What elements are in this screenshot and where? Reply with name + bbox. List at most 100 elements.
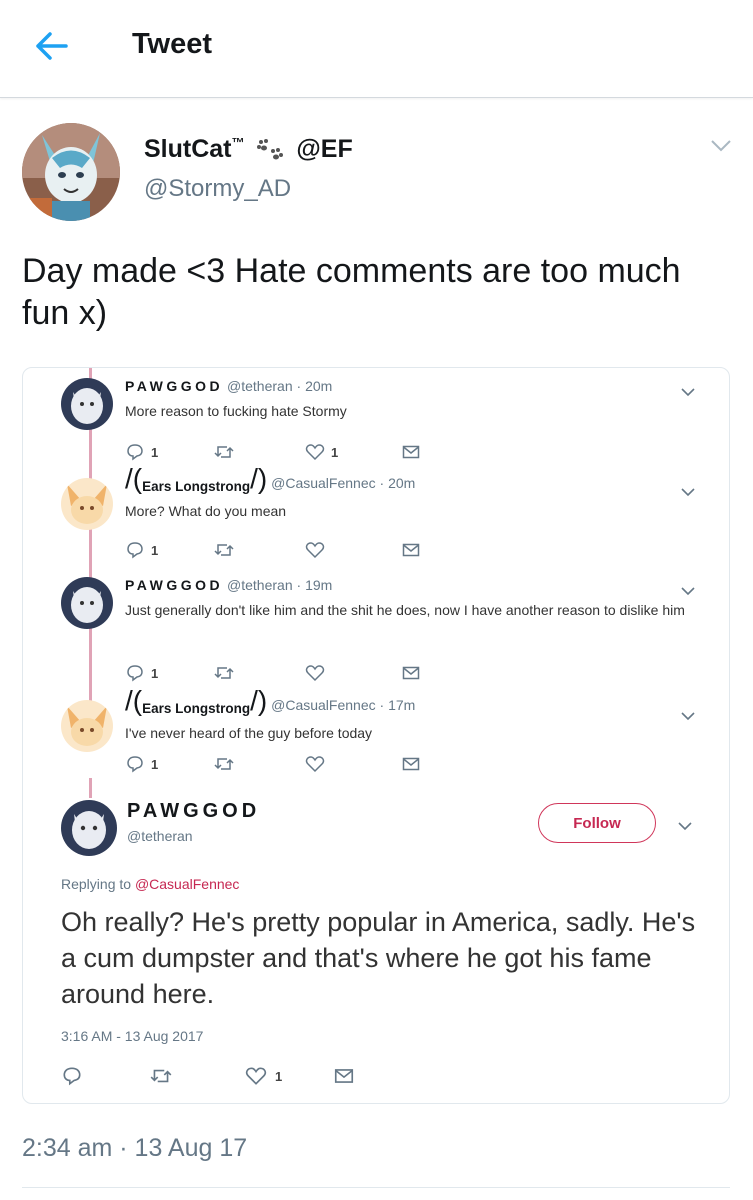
reply-author-name[interactable]: PAWGGOD — [125, 577, 223, 593]
reply-button[interactable]: 1 — [125, 754, 158, 774]
like-button[interactable] — [305, 540, 325, 560]
heart-icon — [245, 1067, 267, 1085]
reply-actions: 1 — [125, 663, 425, 683]
focused-tweet-text: Oh really? He's pretty popular in Americ… — [61, 907, 696, 1009]
avatar[interactable] — [22, 123, 120, 221]
like-count: 1 — [275, 1068, 283, 1084]
reply-button[interactable]: 1 — [125, 540, 158, 560]
comment-icon — [127, 444, 143, 461]
reply-author-name[interactable]: PAWGGOD — [125, 378, 223, 394]
divider — [22, 1187, 730, 1188]
focused-author-name[interactable]: PAWGGOD — [127, 800, 260, 823]
chevron-down-icon[interactable] — [681, 384, 695, 397]
comment-icon — [127, 542, 143, 559]
thread-line — [89, 778, 92, 798]
replying-prefix: Replying to — [61, 876, 135, 892]
ears-decoration: /(Ears Longstrong/) — [125, 685, 268, 717]
heart-icon — [305, 444, 325, 461]
thread-reply[interactable]: /(Ears Longstrong/) @CasualFennec · 20m … — [23, 464, 729, 560]
embedded-thread-image[interactable]: PAWGGOD @tetheran · 20m More reason to f… — [22, 367, 730, 1104]
reply-text: More? What do you mean — [125, 503, 287, 519]
retweet-button[interactable] — [213, 663, 235, 683]
dm-button[interactable] — [401, 540, 421, 560]
reply-time: · 17m — [379, 697, 416, 713]
top-bar: Tweet — [0, 0, 753, 98]
comment-icon — [63, 1067, 81, 1086]
retweet-button[interactable] — [213, 442, 235, 462]
retweet-button[interactable] — [149, 1066, 173, 1086]
like-button[interactable]: 1 — [245, 1066, 282, 1086]
chevron-down-icon[interactable] — [678, 818, 692, 831]
dm-button[interactable] — [333, 1066, 355, 1086]
avatar[interactable] — [61, 378, 113, 430]
reply-header: PAWGGOD @tetheran · 20m — [125, 378, 332, 394]
reply-button[interactable] — [61, 1066, 83, 1086]
envelope-icon — [402, 445, 420, 459]
focused-tweet-time[interactable]: 3:16 AM - 13 Aug 2017 — [61, 1028, 203, 1044]
heart-icon — [305, 756, 325, 773]
reply-button[interactable]: 1 — [125, 442, 158, 462]
reply-actions: 1 — [125, 540, 425, 560]
reply-count: 1 — [151, 444, 159, 460]
envelope-icon — [402, 666, 420, 680]
retweet-button[interactable] — [213, 754, 235, 774]
author-handle[interactable]: @Stormy_AD — [144, 175, 291, 203]
avatar[interactable] — [61, 700, 113, 752]
reply-text: Just generally don't like him and the sh… — [125, 602, 685, 618]
display-name: SlutCat — [144, 135, 232, 163]
paw-prints-icon — [255, 138, 285, 162]
like-button[interactable] — [305, 663, 325, 683]
like-count: 1 — [331, 444, 339, 460]
retweet-icon — [214, 446, 234, 458]
retweet-icon — [150, 1069, 172, 1083]
thread-reply[interactable]: PAWGGOD @tetheran · 19m Just generally d… — [23, 577, 729, 683]
replying-to-link[interactable]: @CasualFennec — [135, 876, 240, 892]
envelope-icon — [402, 757, 420, 771]
avatar[interactable] — [61, 800, 117, 856]
retweet-button[interactable] — [213, 540, 235, 560]
dm-button[interactable] — [401, 442, 421, 462]
reply-author-name[interactable]: Ears Longstrong — [142, 479, 250, 494]
author-name[interactable]: SlutCat™ @EF — [144, 135, 353, 164]
reply-time: · 20m — [296, 378, 333, 394]
back-arrow-icon[interactable] — [34, 30, 70, 62]
reply-time: · 20m — [379, 475, 416, 491]
reply-header: /(Ears Longstrong/) @CasualFennec · 17m — [125, 685, 416, 717]
trademark-symbol: ™ — [231, 135, 245, 150]
chevron-down-icon[interactable] — [681, 484, 695, 497]
tweet-timestamp[interactable]: 2:34 am · 13 Aug 17 — [22, 1134, 247, 1163]
chevron-down-icon[interactable] — [681, 708, 695, 721]
like-button[interactable]: 1 — [305, 442, 338, 462]
tweet-text: Day made <3 Hate comments are too much f… — [22, 252, 681, 332]
follow-button[interactable]: Follow — [538, 803, 656, 843]
comment-icon — [127, 665, 143, 682]
dm-button[interactable] — [401, 663, 421, 683]
reply-header: /(Ears Longstrong/) @CasualFennec · 20m — [125, 464, 416, 495]
reply-actions: 1 — [125, 754, 425, 774]
reply-count: 1 — [151, 542, 159, 558]
reply-handle[interactable]: @tetheran — [227, 378, 293, 394]
avatar[interactable] — [61, 577, 113, 629]
reply-author-name[interactable]: Ears Longstrong — [142, 701, 250, 716]
thread-reply[interactable]: PAWGGOD @tetheran · 20m More reason to f… — [23, 378, 729, 470]
reply-button[interactable]: 1 — [125, 663, 158, 683]
reply-text: I've never heard of the guy before today — [125, 725, 373, 741]
reply-time: · 19m — [296, 577, 333, 593]
reply-text: More reason to fucking hate Stormy — [125, 403, 347, 419]
thread-reply[interactable]: /(Ears Longstrong/) @CasualFennec · 17m … — [23, 686, 729, 780]
reply-actions: 1 1 — [125, 442, 425, 462]
chevron-down-icon[interactable] — [710, 138, 732, 154]
heart-icon — [305, 542, 325, 559]
dm-button[interactable] — [401, 754, 421, 774]
avatar[interactable] — [61, 478, 113, 530]
reply-handle[interactable]: @tetheran — [227, 577, 293, 593]
reply-count: 1 — [151, 665, 159, 681]
chevron-down-icon[interactable] — [681, 583, 695, 596]
page-title: Tweet — [132, 28, 213, 60]
focused-author-handle[interactable]: @tetheran — [127, 828, 193, 844]
like-button[interactable] — [305, 754, 325, 774]
reply-handle[interactable]: @CasualFennec — [271, 475, 376, 491]
focused-tweet-actions: 1 — [61, 1066, 461, 1088]
reply-handle[interactable]: @CasualFennec — [271, 697, 376, 713]
comment-icon — [127, 756, 143, 773]
